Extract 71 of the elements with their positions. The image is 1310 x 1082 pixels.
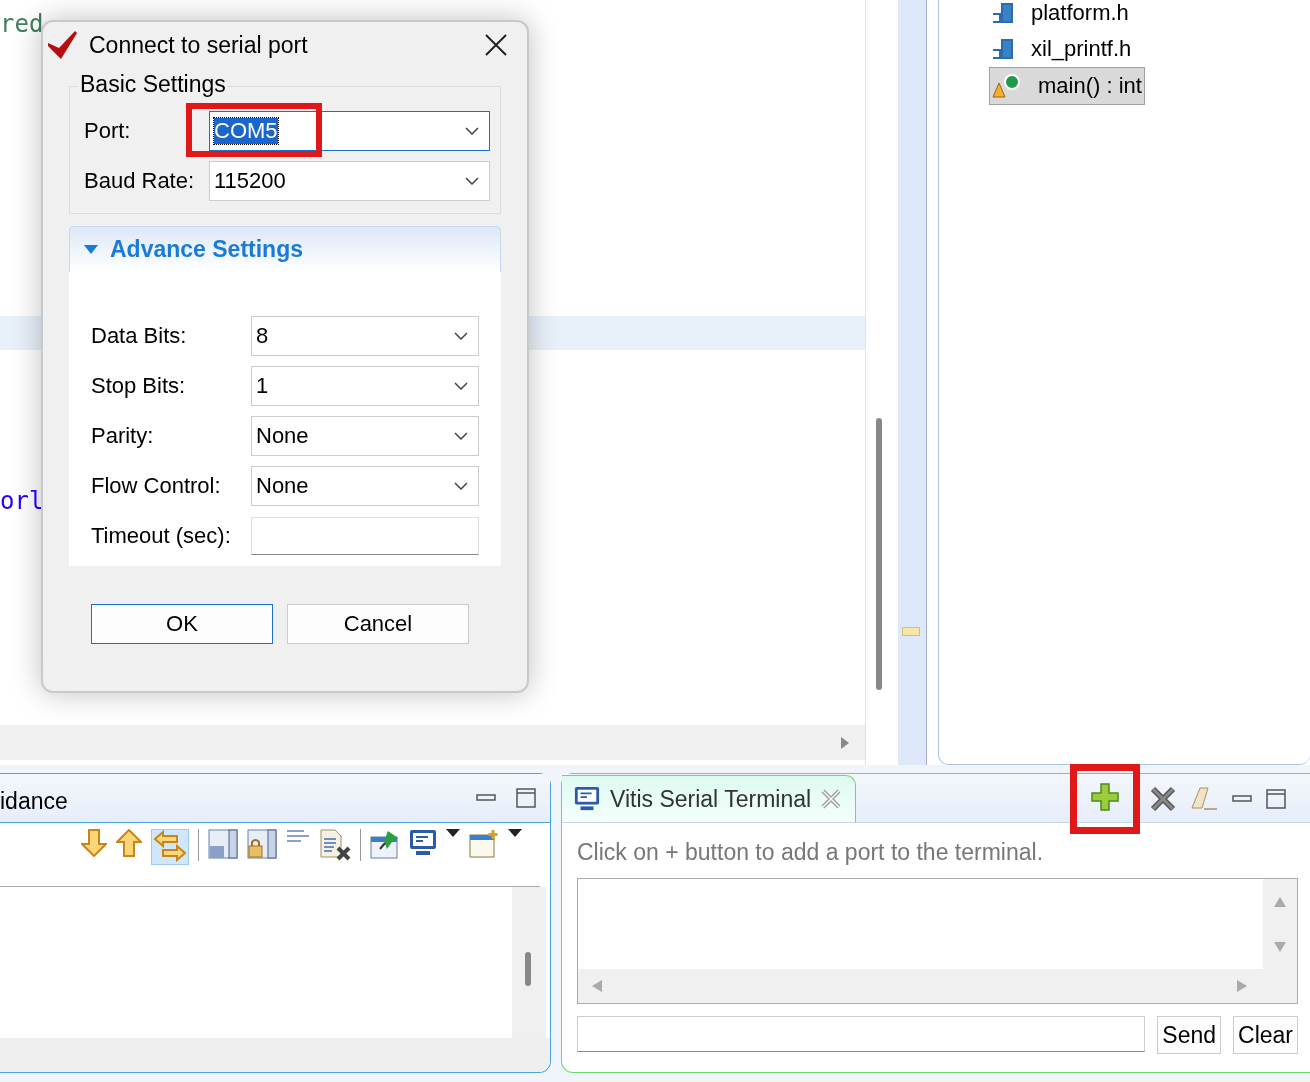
field-label: Timeout (sec): [91, 523, 232, 549]
chevron-down-icon [465, 127, 479, 135]
lock-layout-icon[interactable] [247, 829, 277, 859]
remove-document-icon[interactable] [319, 829, 351, 861]
vertical-scrollbar[interactable] [512, 887, 546, 1038]
field-label: Baud Rate: [84, 168, 196, 194]
code-text: red [0, 10, 44, 38]
field-label: Data Bits: [91, 323, 188, 349]
field-label: Parity: [91, 423, 155, 449]
terminal-button[interactable]: Clear [1233, 1016, 1298, 1054]
outline-item[interactable]: xil_printf.h [989, 31, 1134, 67]
dropdown-field[interactable]: 8 [251, 316, 479, 356]
dialog-button[interactable]: OK [91, 604, 273, 644]
field-label: Port: [84, 118, 132, 144]
terminal-button[interactable]: Send [1157, 1016, 1222, 1054]
eraser-icon[interactable] [1190, 786, 1218, 812]
chevron-down-icon [465, 177, 479, 185]
monitor-icon[interactable] [409, 829, 437, 857]
scroll-right-icon[interactable] [840, 736, 850, 749]
dropdown-field[interactable]: None [251, 466, 479, 506]
pin-window-icon[interactable] [370, 829, 400, 859]
header-file-icon [991, 37, 1015, 61]
maximize-icon[interactable] [516, 788, 536, 808]
minimize-icon[interactable] [1232, 794, 1252, 804]
scroll-left-icon[interactable] [592, 980, 602, 992]
panel-title[interactable]: idance [0, 781, 68, 815]
remove-icon[interactable] [1150, 786, 1176, 812]
save-layout-icon[interactable] [208, 829, 238, 859]
field-label: Flow Control: [91, 473, 222, 499]
outline-item[interactable]: platform.h [989, 0, 1131, 31]
chevron-down-icon [454, 332, 468, 340]
outline-item[interactable]: main() : int [989, 67, 1145, 105]
dialog-title: Connect to serial port [89, 31, 309, 59]
add-icon[interactable] [1091, 783, 1119, 811]
scrollbar-thumb[interactable] [525, 952, 531, 986]
dialog-button[interactable]: Cancel [287, 604, 469, 644]
dropdown-field[interactable]: None [251, 416, 479, 456]
scroll-down-icon[interactable] [1274, 941, 1286, 952]
chevron-down-icon [454, 432, 468, 440]
scrollbar-thumb[interactable] [876, 418, 882, 690]
dropdown-field[interactable]: 1 [251, 366, 479, 406]
field-label: Stop Bits: [91, 373, 187, 399]
new-window-icon[interactable] [469, 829, 499, 859]
maximize-icon[interactable] [1266, 789, 1286, 809]
group-title: Basic Settings [78, 71, 228, 98]
terminal-tab[interactable]: Vitis Serial Terminal [562, 775, 857, 822]
arrow-up-icon[interactable] [116, 829, 142, 857]
minimize-icon[interactable] [476, 793, 496, 803]
checkmark-logo-icon [47, 30, 79, 60]
dropdown-field[interactable]: 115200 [209, 161, 490, 201]
close-icon[interactable] [485, 34, 507, 56]
expand-triangle-icon[interactable] [84, 244, 98, 255]
scroll-up-icon[interactable] [1274, 896, 1286, 907]
caret-icon[interactable] [446, 829, 460, 837]
hint-text: Click on + button to add a port to the terminal. [577, 839, 1045, 866]
chevron-down-icon [454, 382, 468, 390]
function-warning-icon [992, 73, 1022, 99]
code-text: orl [0, 487, 44, 515]
send-input-field[interactable] [577, 1016, 1146, 1052]
chevron-down-icon [454, 482, 468, 490]
input-field[interactable] [251, 517, 479, 555]
text-lines-icon[interactable] [286, 829, 310, 845]
swap-arrows-icon[interactable] [151, 829, 189, 865]
scroll-right-icon[interactable] [1237, 980, 1247, 992]
ruler-marker[interactable] [902, 627, 920, 636]
section-header[interactable]: Advance Settings [69, 226, 501, 272]
caret-icon[interactable] [508, 829, 522, 837]
horizontal-scrollbar[interactable] [0, 725, 865, 760]
monitor-icon [574, 786, 600, 812]
dropdown-field[interactable]: COM5 [209, 111, 490, 151]
arrow-down-icon[interactable] [81, 829, 107, 857]
